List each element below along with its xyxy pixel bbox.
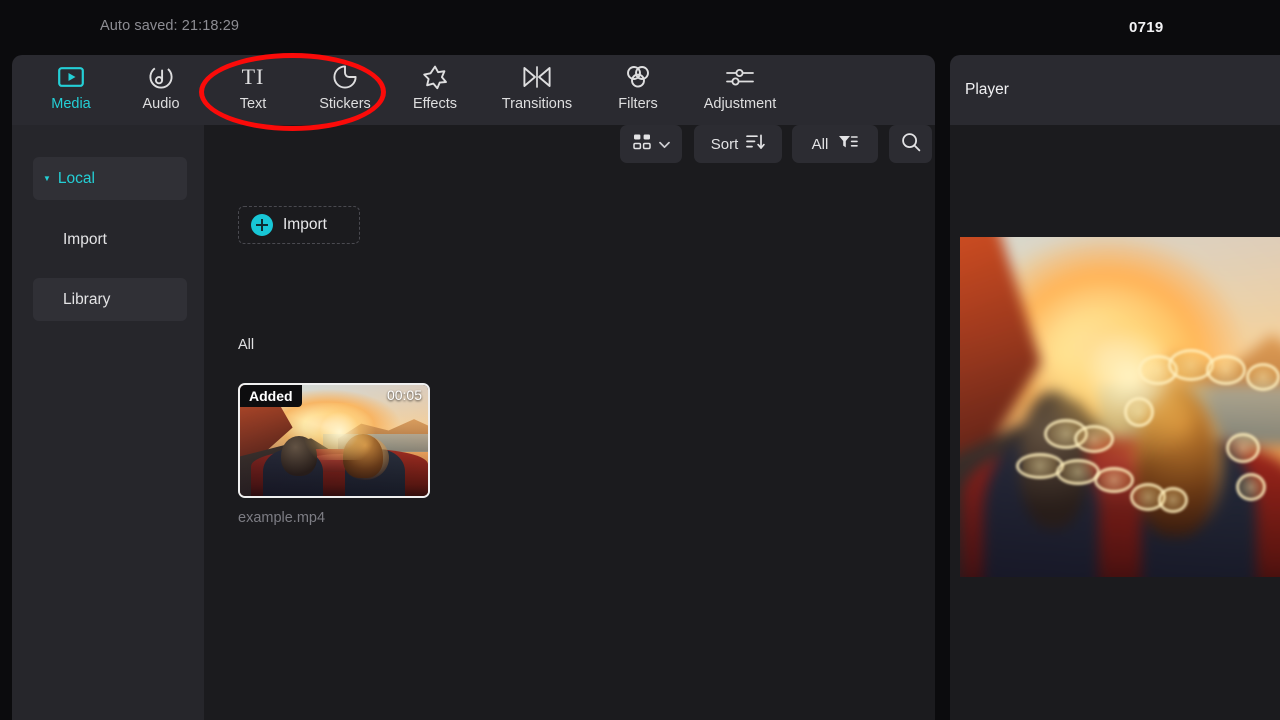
tab-transitions-label: Transitions bbox=[501, 96, 573, 112]
tab-audio[interactable]: Audio bbox=[124, 63, 198, 119]
player-stage[interactable] bbox=[950, 125, 1280, 720]
module-tab-bar: Media Audio TI Text Stickers Effects Tra… bbox=[12, 55, 935, 125]
player-header: Player bbox=[950, 55, 1280, 125]
music-note-icon bbox=[148, 63, 174, 91]
chevron-down-icon: ▼ bbox=[43, 173, 51, 183]
funnel-filter-icon bbox=[838, 134, 859, 155]
media-library-panel: Media Audio TI Text Stickers Effects Tra… bbox=[12, 55, 935, 720]
search-button[interactable] bbox=[889, 125, 932, 163]
sidebar-item-local[interactable]: ▼ Local bbox=[33, 157, 187, 200]
media-card[interactable]: Added 00:05 example.mp4 bbox=[238, 383, 430, 526]
tab-stickers-label: Stickers bbox=[319, 96, 371, 112]
tab-media-label: Media bbox=[51, 96, 91, 112]
chevron-down-icon bbox=[658, 136, 670, 153]
media-file-name: example.mp4 bbox=[238, 510, 326, 526]
sidebar-item-library-label: Library bbox=[63, 290, 111, 308]
three-circles-icon bbox=[625, 63, 651, 91]
project-title: 0719 bbox=[1129, 19, 1164, 36]
video-play-icon bbox=[58, 63, 84, 91]
tab-text-label: Text bbox=[239, 96, 267, 112]
tab-filters[interactable]: Filters bbox=[600, 63, 676, 119]
tab-effects[interactable]: Effects bbox=[396, 63, 474, 119]
filter-button[interactable]: All bbox=[792, 125, 878, 163]
top-bar: Auto saved: 21:18:29 0719 bbox=[0, 0, 1280, 48]
plus-circle-icon bbox=[251, 214, 273, 236]
player-title: Player bbox=[965, 81, 1009, 98]
status-badge-added: Added bbox=[240, 385, 302, 407]
autosave-status: Auto saved: 21:18:29 bbox=[100, 18, 240, 34]
grid-view-icon bbox=[632, 133, 652, 156]
library-sidebar: ▼ Local Import Library bbox=[12, 125, 204, 720]
tab-adjustment[interactable]: Adjustment bbox=[676, 63, 804, 119]
library-content: Import Sort All All Added 00:05 example.… bbox=[205, 125, 935, 720]
sliders-icon bbox=[725, 63, 755, 91]
tab-media[interactable]: Media bbox=[34, 63, 108, 119]
player-preview bbox=[960, 237, 1280, 577]
sidebar-item-import[interactable]: Import bbox=[33, 218, 187, 261]
import-button[interactable]: Import bbox=[238, 206, 360, 244]
tab-filters-label: Filters bbox=[618, 96, 658, 112]
text-ti-glyph: TI bbox=[241, 64, 265, 89]
import-button-label: Import bbox=[283, 216, 327, 233]
preview-artwork-blurred bbox=[960, 237, 1280, 577]
filter-button-label: All bbox=[811, 135, 829, 153]
sticker-icon bbox=[332, 63, 358, 91]
player-panel: Player bbox=[950, 55, 1280, 720]
media-thumbnail[interactable]: Added 00:05 bbox=[238, 383, 430, 498]
transition-icon bbox=[523, 63, 551, 91]
media-duration: 00:05 bbox=[386, 387, 422, 403]
sidebar-item-import-label: Import bbox=[63, 230, 107, 248]
view-mode-button[interactable] bbox=[620, 125, 682, 163]
tab-text[interactable]: TI Text bbox=[222, 63, 284, 119]
sidebar-item-local-label: Local bbox=[57, 169, 95, 187]
tab-adjustment-label: Adjustment bbox=[703, 96, 777, 112]
sort-button[interactable]: Sort bbox=[694, 125, 782, 163]
app-root: Auto saved: 21:18:29 0719 Media Audio TI… bbox=[0, 0, 1280, 720]
sparkle-star-icon bbox=[422, 63, 448, 91]
sort-descending-icon bbox=[746, 133, 765, 155]
text-ti-icon: TI bbox=[242, 63, 265, 91]
section-label-all: All bbox=[238, 337, 255, 353]
sort-button-label: Sort bbox=[710, 135, 739, 153]
sidebar-item-library[interactable]: Library bbox=[33, 278, 187, 321]
tab-transitions[interactable]: Transitions bbox=[474, 63, 600, 119]
tab-stickers[interactable]: Stickers bbox=[300, 63, 390, 119]
panel-divider bbox=[935, 55, 950, 720]
tab-audio-label: Audio bbox=[142, 96, 180, 112]
search-icon bbox=[901, 132, 921, 156]
tab-effects-label: Effects bbox=[412, 96, 458, 112]
